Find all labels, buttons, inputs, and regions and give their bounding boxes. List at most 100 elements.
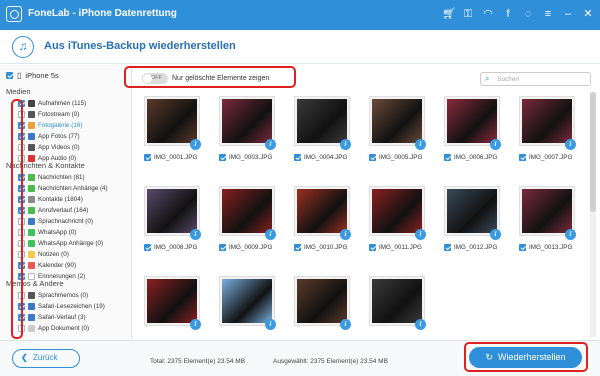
photo-checkbox[interactable] bbox=[144, 154, 151, 161]
photo-checkbox[interactable] bbox=[294, 244, 301, 251]
device-row[interactable]: ▯ iPhone 5s bbox=[6, 71, 59, 80]
sidebar-item[interactable]: Sprachnachricht (0) bbox=[18, 216, 93, 226]
photo-item[interactable]: i IMG_0013.JPG bbox=[509, 182, 579, 252]
search-input[interactable]: ⌕ Suchen bbox=[480, 72, 591, 86]
info-icon[interactable]: i bbox=[415, 229, 426, 240]
feedback-icon[interactable]: ◌ bbox=[522, 7, 534, 21]
minimize-icon[interactable]: – bbox=[562, 7, 574, 21]
photo-image bbox=[297, 189, 347, 233]
photo-checkbox[interactable] bbox=[144, 244, 151, 251]
photo-item[interactable]: i IMG_0006.JPG bbox=[434, 92, 504, 162]
photo-thumbnail[interactable] bbox=[519, 96, 575, 146]
sidebar-item[interactable]: Fotostream (0) bbox=[18, 109, 79, 119]
photo-checkbox[interactable] bbox=[219, 244, 226, 251]
photo-thumbnail[interactable] bbox=[519, 186, 575, 236]
info-icon[interactable]: i bbox=[265, 229, 276, 240]
photo-caption: IMG_0008.JPG bbox=[144, 244, 197, 251]
photo-item[interactable]: i IMG_0011.JPG bbox=[359, 182, 429, 252]
photo-item[interactable]: i bbox=[359, 272, 429, 342]
photo-item[interactable]: i IMG_0008.JPG bbox=[134, 182, 204, 252]
photo-image bbox=[522, 99, 572, 143]
photo-thumbnail[interactable] bbox=[294, 276, 350, 326]
info-icon[interactable]: i bbox=[190, 139, 201, 150]
photo-item[interactable]: i IMG_0001.JPG bbox=[134, 92, 204, 162]
sidebar-item[interactable]: WhatsApp Anhänge (0) bbox=[18, 238, 103, 248]
photo-item[interactable]: i IMG_0005.JPG bbox=[359, 92, 429, 162]
key-icon[interactable]: ⚿ bbox=[462, 7, 474, 21]
sidebar-item[interactable]: Kontakte (1804) bbox=[18, 194, 83, 204]
sidebar-item[interactable]: Sprachmemos (0) bbox=[18, 290, 88, 300]
back-label: Zurück bbox=[33, 353, 58, 362]
sidebar-item[interactable]: App Videos (0) bbox=[18, 142, 80, 152]
call-history-icon bbox=[28, 206, 35, 214]
photo-caption: IMG_0005.JPG bbox=[369, 154, 422, 161]
info-icon[interactable]: i bbox=[565, 229, 576, 240]
photo-item[interactable]: i IMG_0007.JPG bbox=[509, 92, 579, 162]
info-icon[interactable]: i bbox=[415, 139, 426, 150]
photo-checkbox[interactable] bbox=[444, 154, 451, 161]
photo-item[interactable]: i IMG_0004.JPG bbox=[284, 92, 354, 162]
scrollbar-thumb[interactable] bbox=[590, 92, 596, 212]
cart-icon[interactable]: 🛒︎ bbox=[442, 7, 456, 21]
sidebar-item[interactable]: Fotogalerie (16) bbox=[18, 120, 82, 130]
photo-item[interactable]: i bbox=[209, 272, 279, 342]
info-icon[interactable]: i bbox=[490, 229, 501, 240]
photo-checkbox[interactable] bbox=[294, 154, 301, 161]
photo-thumbnail[interactable] bbox=[369, 186, 425, 236]
photo-thumbnail[interactable] bbox=[144, 186, 200, 236]
photo-thumbnail[interactable] bbox=[294, 186, 350, 236]
sidebar-item[interactable]: Notizen (0) bbox=[18, 249, 69, 259]
photo-thumbnail[interactable] bbox=[219, 276, 275, 326]
photo-thumbnail[interactable] bbox=[444, 96, 500, 146]
photo-checkbox[interactable] bbox=[519, 154, 526, 161]
photo-checkbox[interactable] bbox=[219, 154, 226, 161]
photo-checkbox[interactable] bbox=[519, 244, 526, 251]
info-icon[interactable]: i bbox=[565, 139, 576, 150]
facebook-icon[interactable]: f bbox=[502, 7, 514, 21]
menu-icon[interactable]: ≡ bbox=[542, 7, 554, 21]
photo-item[interactable]: i IMG_0010.JPG bbox=[284, 182, 354, 252]
device-checkbox[interactable] bbox=[6, 72, 13, 79]
photo-thumbnail[interactable] bbox=[369, 276, 425, 326]
photo-thumbnail[interactable] bbox=[294, 96, 350, 146]
photo-checkbox[interactable] bbox=[369, 244, 376, 251]
photo-checkbox[interactable] bbox=[444, 244, 451, 251]
photo-thumbnail[interactable] bbox=[144, 276, 200, 326]
photo-thumbnail[interactable] bbox=[444, 186, 500, 236]
info-icon[interactable]: i bbox=[340, 229, 351, 240]
photo-checkbox[interactable] bbox=[369, 154, 376, 161]
info-icon[interactable]: i bbox=[265, 319, 276, 330]
photo-item[interactable]: i bbox=[284, 272, 354, 342]
info-icon[interactable]: i bbox=[415, 319, 426, 330]
photo-thumbnail[interactable] bbox=[144, 96, 200, 146]
sidebar-item[interactable]: Aufnahmen (115) bbox=[18, 98, 86, 108]
sidebar-item[interactable]: Nachrichten Anhänge (4) bbox=[18, 183, 108, 193]
sidebar-item[interactable]: Kalender (90) bbox=[18, 260, 76, 270]
sidebar-item[interactable]: App Fotos (77) bbox=[18, 131, 80, 141]
info-icon[interactable]: i bbox=[190, 319, 201, 330]
sidebar-item[interactable]: Safari-Lesezeichen (19) bbox=[18, 301, 105, 311]
photo-item[interactable]: i IMG_0012.JPG bbox=[434, 182, 504, 252]
sidebar-item[interactable]: WhatsApp (0) bbox=[18, 227, 77, 237]
photo-item[interactable]: i IMG_0003.JPG bbox=[209, 92, 279, 162]
wifi-icon[interactable]: ◠ bbox=[482, 7, 494, 21]
scrollbar[interactable] bbox=[590, 92, 596, 337]
sidebar-item[interactable]: App Dokument (0) bbox=[18, 323, 89, 333]
info-icon[interactable]: i bbox=[190, 229, 201, 240]
photo-item[interactable]: i IMG_0009.JPG bbox=[209, 182, 279, 252]
photostream-icon bbox=[28, 110, 35, 118]
search-icon: ⌕ bbox=[485, 74, 490, 83]
info-icon[interactable]: i bbox=[340, 139, 351, 150]
photo-thumbnail[interactable] bbox=[369, 96, 425, 146]
close-icon[interactable]: ✕ bbox=[582, 7, 594, 21]
info-icon[interactable]: i bbox=[490, 139, 501, 150]
info-icon[interactable]: i bbox=[265, 139, 276, 150]
sidebar-item[interactable]: Safari-Verlauf (3) bbox=[18, 312, 86, 322]
back-button[interactable]: ❮ Zurück bbox=[12, 349, 80, 368]
sidebar-item[interactable]: Nachrichten (81) bbox=[18, 172, 85, 182]
photo-thumbnail[interactable] bbox=[219, 186, 275, 236]
info-icon[interactable]: i bbox=[340, 319, 351, 330]
photo-item[interactable]: i bbox=[134, 272, 204, 342]
photo-thumbnail[interactable] bbox=[219, 96, 275, 146]
sidebar-item[interactable]: Anrufverlauf (164) bbox=[18, 205, 88, 215]
